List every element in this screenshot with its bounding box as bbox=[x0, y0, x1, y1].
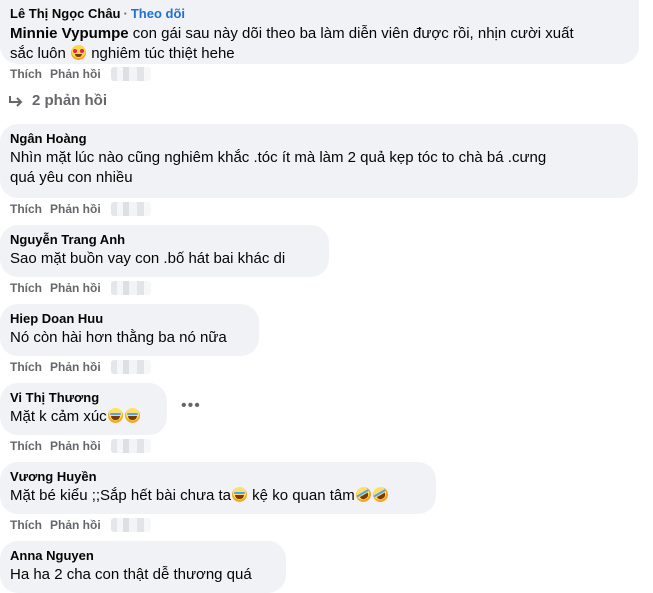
comment-text: Mặt k cảm xúc bbox=[10, 407, 155, 427]
comment-actions: Thích Phản hồi bbox=[10, 201, 151, 217]
comment-text: Mặt bé kiểu ;;Sắp hết bài chưa ta kệ ko … bbox=[10, 484, 424, 506]
comment-bubble: Nguyễn Trang Anh Sao mặt buồn vay con .b… bbox=[0, 225, 329, 277]
comment-author[interactable]: Ngân Hoàng bbox=[10, 131, 626, 147]
comment-text: Nhìn mặt lúc nào cũng nghiêm khắc .tóc í… bbox=[10, 149, 547, 186]
tears-of-joy-icon bbox=[124, 408, 140, 423]
like-button[interactable]: Thích bbox=[10, 67, 42, 81]
comment-text: Nó còn hài hơn thằng ba nó nữa bbox=[10, 329, 227, 346]
comment-text: Sao mặt buồn vay con .bố hát bai khác di bbox=[10, 250, 286, 267]
comment-author[interactable]: Vương Huyền bbox=[10, 469, 424, 485]
view-replies-link[interactable]: 2 phản hồi bbox=[8, 92, 107, 109]
reply-button[interactable]: Phản hồi bbox=[50, 67, 101, 81]
timestamp-blurred bbox=[110, 360, 151, 374]
like-button[interactable]: Thích bbox=[10, 281, 42, 295]
comment-bubble: Ngân Hoàng Nhìn mặt lúc nào cũng nghiêm … bbox=[0, 124, 638, 198]
like-button[interactable]: Thích bbox=[10, 360, 42, 374]
comment-text: Minnie Vypumpe con gái sau này dõi theo … bbox=[10, 25, 574, 62]
reply-button[interactable]: Phản hồi bbox=[50, 439, 101, 453]
comment-bubble: Anna Nguyen Ha ha 2 cha con thật dễ thươ… bbox=[0, 541, 286, 593]
rolling-on-floor-laughing-icon bbox=[353, 484, 374, 505]
like-button[interactable]: Thích bbox=[10, 439, 42, 453]
rolling-on-floor-laughing-icon bbox=[370, 484, 391, 505]
comment-actions: Thích Phản hồi bbox=[10, 66, 151, 82]
comment-bubble: Hiep Doan Huu Nó còn hài hơn thằng ba nó… bbox=[0, 304, 259, 356]
like-button[interactable]: Thích bbox=[10, 202, 42, 216]
mention-link[interactable]: Minnie Vypumpe bbox=[10, 25, 129, 42]
comment-actions: Thích Phản hồi bbox=[10, 517, 151, 533]
comment-author[interactable]: Hiep Doan Huu bbox=[10, 311, 247, 327]
comment-actions: Thích Phản hồi bbox=[10, 438, 151, 454]
comment-actions: Thích Phản hồi bbox=[10, 359, 151, 375]
smiling-face-with-hearts-icon bbox=[71, 45, 87, 60]
reply-button[interactable]: Phản hồi bbox=[50, 202, 101, 216]
comment-bubble: Vương Huyền Mặt bé kiểu ;;Sắp hết bài ch… bbox=[0, 462, 436, 514]
comment-bubble: Lê Thị Ngọc Châu · Theo dõi Minnie Vypumpe… bbox=[0, 0, 639, 64]
reply-button[interactable]: Phản hồi bbox=[50, 360, 101, 374]
comment-text: Ha ha 2 cha con thật dễ thương quá bbox=[10, 566, 252, 583]
tears-of-joy-icon bbox=[107, 408, 123, 423]
replies-count: 2 phản hồi bbox=[32, 92, 107, 109]
timestamp-blurred bbox=[110, 518, 151, 532]
timestamp-blurred bbox=[110, 67, 151, 81]
reply-button[interactable]: Phản hồi bbox=[50, 281, 101, 295]
comment-author[interactable]: Nguyễn Trang Anh bbox=[10, 232, 317, 248]
tears-of-joy-icon bbox=[232, 487, 248, 502]
follow-link[interactable]: Theo dõi bbox=[131, 6, 185, 21]
timestamp-blurred bbox=[110, 281, 151, 295]
timestamp-blurred bbox=[110, 439, 151, 453]
like-button[interactable]: Thích bbox=[10, 518, 42, 532]
comment-author[interactable]: Vi Thị Thương bbox=[10, 390, 155, 406]
comment-author[interactable]: Lê Thị Ngọc Châu bbox=[10, 6, 121, 21]
more-options-button[interactable]: ••• bbox=[181, 398, 201, 414]
reply-button[interactable]: Phản hồi bbox=[50, 518, 101, 532]
reply-arrow-icon bbox=[9, 95, 23, 107]
comment-actions: Thích Phản hồi bbox=[10, 280, 151, 296]
timestamp-blurred bbox=[110, 202, 151, 216]
comment-bubble: Vi Thị Thương Mặt k cảm xúc bbox=[0, 383, 167, 435]
comment-author[interactable]: Anna Nguyen bbox=[10, 548, 274, 564]
